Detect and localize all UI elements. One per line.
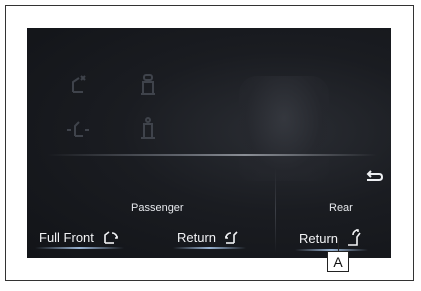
callout-leader-line: [338, 238, 339, 251]
full-front-label: Full Front: [39, 229, 94, 245]
rear-label: Rear: [329, 202, 353, 214]
full-front-underline: [35, 247, 124, 249]
seat-headrest-icon[interactable]: [135, 72, 161, 98]
seat-full-front-icon: [100, 229, 120, 245]
seat-return-icon: [222, 229, 242, 245]
seat-slide-icon[interactable]: [65, 116, 91, 142]
seat-cushion-icon[interactable]: [135, 116, 161, 142]
separator-glow: [47, 154, 377, 156]
seat-illustration: [239, 76, 329, 181]
rear-seat-return-icon: [344, 229, 364, 247]
return-passenger-underline: [173, 247, 247, 249]
callout-label-a: A: [327, 251, 349, 272]
return-passenger-button[interactable]: Return: [173, 229, 247, 249]
screen-background: [27, 28, 391, 258]
return-rear-label: Return: [299, 230, 339, 246]
section-divider: [275, 168, 276, 253]
full-front-button[interactable]: Full Front: [35, 229, 124, 249]
seat-recline-icon[interactable]: [65, 72, 91, 98]
return-rear-button[interactable]: Return: [295, 229, 369, 251]
passenger-label: Passenger: [131, 202, 184, 214]
return-passenger-label: Return: [177, 229, 217, 245]
back-arrow-icon[interactable]: [363, 166, 385, 188]
seat-control-screen: Passenger Rear Full Front Return Return: [27, 28, 391, 258]
